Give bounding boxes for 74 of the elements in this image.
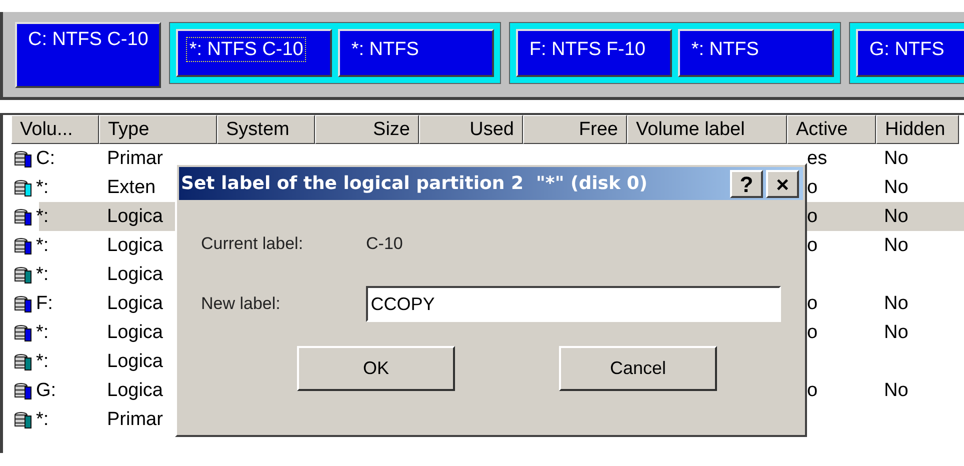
- table-cell: Logica: [107, 322, 163, 342]
- disk-icon: [13, 322, 33, 342]
- table-cell: o: [807, 176, 818, 198]
- column-header[interactable]: Hidden: [876, 115, 959, 144]
- help-button[interactable]: ?: [730, 170, 763, 198]
- table-cell: o: [807, 206, 818, 226]
- disk-icon: [13, 236, 33, 256]
- table-cell: *:: [36, 264, 49, 286]
- table-cell: Logica: [107, 380, 163, 400]
- disk-icon: [13, 148, 33, 168]
- partition-label: F: NTFS F-10: [528, 38, 646, 62]
- table-cell: No: [884, 322, 908, 342]
- column-header[interactable]: Used: [419, 115, 523, 144]
- partition-label: C: NTFS C-10: [27, 28, 150, 52]
- table-cell: o: [807, 292, 818, 314]
- table-cell: *:: [36, 176, 49, 198]
- table-cell: Logica: [107, 206, 163, 226]
- column-header[interactable]: Volume label: [627, 115, 787, 144]
- column-header[interactable]: Active: [787, 115, 876, 144]
- table-cell: Exten: [107, 176, 156, 198]
- table-cell: o: [807, 234, 818, 256]
- table-cell: *:: [36, 234, 49, 256]
- partition-block[interactable]: *: NTFS: [678, 29, 834, 77]
- partition-block[interactable]: *: NTFS: [338, 29, 494, 77]
- table-cell: Primar: [107, 408, 163, 430]
- partition-label: *: NTFS: [690, 38, 760, 62]
- disk-icon: [13, 294, 33, 314]
- table-cell: No: [884, 292, 908, 314]
- table-cell: *:: [36, 206, 49, 228]
- partition-block[interactable]: F: NTFS F-10: [516, 29, 672, 77]
- partition-block[interactable]: G: NTFS: [856, 29, 964, 77]
- table-cell: C:: [36, 148, 55, 170]
- current-label-value: C-10: [366, 234, 403, 254]
- column-header[interactable]: Type: [99, 115, 217, 144]
- table-cell: o: [807, 322, 818, 342]
- dialog-title: Set label of the logical partition 2 "*" (disk 0): [181, 173, 648, 194]
- table-cell: No: [884, 206, 908, 226]
- table-cell: No: [884, 176, 908, 198]
- partition-block[interactable]: *: NTFS C-10: [176, 29, 332, 77]
- disk-icon: [13, 264, 33, 284]
- disk-icon: [13, 410, 33, 430]
- table-cell: *:: [36, 322, 49, 344]
- close-button[interactable]: ×: [766, 170, 799, 198]
- column-header[interactable]: Size: [315, 115, 419, 144]
- table-cell: es: [807, 148, 828, 168]
- partition-block[interactable]: C: NTFS C-10: [15, 22, 162, 88]
- table-cell: No: [884, 380, 908, 400]
- table-cell: F:: [36, 292, 53, 314]
- table-cell: Logica: [107, 292, 163, 314]
- partition-label: *: NTFS: [350, 38, 420, 62]
- table-cell: Logica: [107, 350, 163, 372]
- table-cell: *:: [36, 350, 49, 372]
- disk-icon: [13, 380, 33, 400]
- column-header[interactable]: Free: [523, 115, 627, 144]
- column-header[interactable]: Volu...: [11, 115, 99, 144]
- disk-icon: [13, 206, 33, 226]
- input-field[interactable]: CCOPY: [366, 286, 781, 322]
- column-header[interactable]: System: [217, 115, 315, 144]
- field-label: New label:: [201, 294, 282, 314]
- table-cell: Primar: [107, 148, 163, 168]
- disk-icon: [13, 352, 33, 372]
- partition-label: *: NTFS C-10: [186, 37, 306, 62]
- table-cell: G:: [36, 380, 56, 402]
- table-cell: Logica: [107, 264, 163, 284]
- disk-icon: [13, 178, 33, 198]
- table-cell: No: [884, 234, 908, 256]
- dialog-button[interactable]: OK: [297, 346, 455, 391]
- table-cell: *:: [36, 408, 49, 430]
- dialog-button[interactable]: Cancel: [559, 346, 717, 391]
- field-label: Current label:: [201, 234, 304, 254]
- table-cell: Logica: [107, 234, 163, 256]
- table-cell: o: [807, 380, 818, 400]
- partition-label: G: NTFS: [868, 38, 946, 62]
- table-cell: No: [884, 148, 908, 168]
